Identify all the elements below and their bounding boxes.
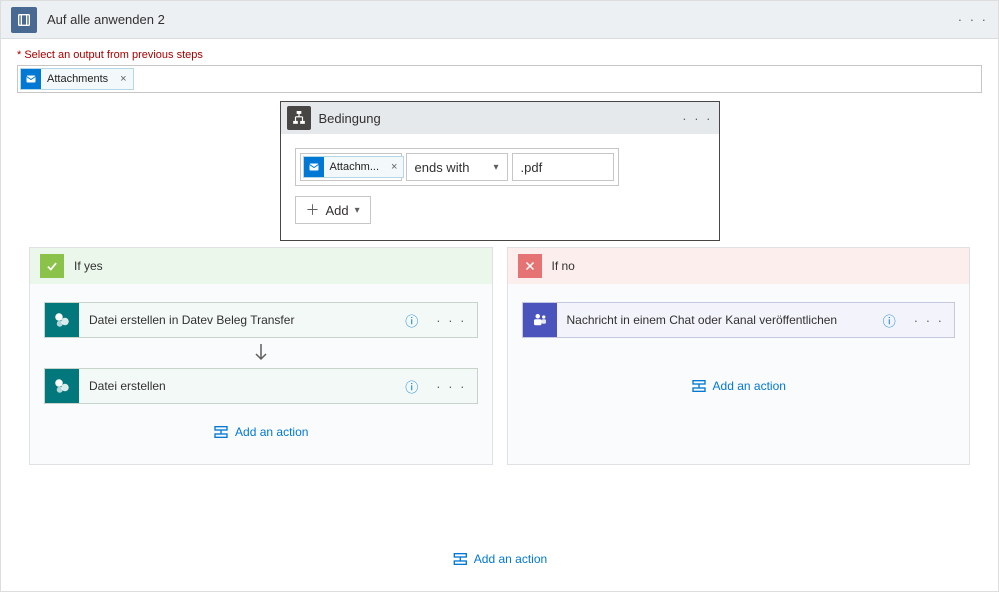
teams-icon	[523, 303, 557, 337]
chip-label: Attachments	[41, 73, 114, 85]
chip-remove-button[interactable]: ×	[385, 161, 403, 173]
condition-card: Bedingung · · · Attachm... ×	[280, 101, 720, 241]
if-no-branch: If no Nachricht in einem Chat oder Kanal…	[507, 247, 971, 465]
if-no-label: If no	[552, 259, 575, 273]
add-action-button[interactable]: Add an action	[522, 378, 956, 394]
close-icon	[518, 254, 542, 278]
condition-row: Attachm... × ends with ▾ .pdf	[300, 153, 614, 181]
foreach-more-button[interactable]: · · ·	[958, 12, 988, 27]
condition-value1-field[interactable]: Attachm... ×	[300, 153, 402, 181]
action-more-button[interactable]: · · ·	[426, 313, 476, 328]
if-no-header: If no	[508, 248, 970, 284]
action-title: Datei erstellen	[79, 379, 397, 393]
operator-label: ends with	[415, 160, 470, 175]
help-icon[interactable]: ⓘ	[397, 377, 426, 396]
chevron-down-icon: ▾	[493, 162, 498, 173]
action-card[interactable]: Datei erstellen ⓘ · · ·	[44, 368, 478, 404]
condition-more-button[interactable]: · · ·	[682, 111, 712, 126]
action-more-button[interactable]: · · ·	[904, 313, 954, 328]
outlook-icon	[304, 157, 324, 177]
insert-step-icon	[452, 551, 468, 567]
chevron-down-icon: ▾	[355, 205, 360, 216]
arrow-down-icon	[44, 340, 478, 366]
branches-container: If yes Datei erstellen in Datev Beleg Tr…	[1, 247, 998, 465]
chip-label: Attachm...	[324, 161, 386, 173]
loop-icon	[11, 7, 37, 33]
condition-value2-field[interactable]: .pdf	[512, 153, 614, 181]
foreach-header[interactable]: Auf alle anwenden 2 · · ·	[1, 1, 998, 39]
add-action-label: Add an action	[235, 425, 308, 439]
value2-text: .pdf	[521, 160, 543, 175]
add-action-button[interactable]: Add an action	[44, 424, 478, 440]
condition-icon	[287, 106, 311, 130]
chip-remove-button[interactable]: ×	[114, 73, 132, 85]
insert-step-icon	[213, 424, 229, 440]
action-more-button[interactable]: · · ·	[426, 379, 476, 394]
outlook-icon	[21, 69, 41, 89]
select-output-field[interactable]: Attachments ×	[17, 65, 982, 93]
check-icon	[40, 254, 64, 278]
help-icon[interactable]: ⓘ	[397, 311, 426, 330]
add-label: Add	[326, 203, 349, 218]
condition-add-button[interactable]: ＋ Add ▾	[295, 196, 371, 224]
foreach-title: Auf alle anwenden 2	[47, 12, 948, 27]
plus-icon: ＋	[306, 200, 320, 220]
add-action-button[interactable]: Add an action	[452, 551, 547, 567]
select-output-label: Select an output from previous steps	[17, 49, 998, 61]
action-title: Datei erstellen in Datev Beleg Transfer	[79, 313, 397, 327]
condition-operator-dropdown[interactable]: ends with ▾	[406, 153, 508, 181]
action-card[interactable]: Datei erstellen in Datev Beleg Transfer …	[44, 302, 478, 338]
condition-value1-chip[interactable]: Attachm... ×	[303, 156, 405, 178]
action-title: Nachricht in einem Chat oder Kanal veröf…	[557, 313, 875, 327]
action-card[interactable]: Nachricht in einem Chat oder Kanal veröf…	[522, 302, 956, 338]
if-yes-branch: If yes Datei erstellen in Datev Beleg Tr…	[29, 247, 493, 465]
add-action-label: Add an action	[474, 552, 547, 566]
if-yes-header: If yes	[30, 248, 492, 284]
condition-header[interactable]: Bedingung · · ·	[281, 102, 719, 134]
add-action-label: Add an action	[713, 379, 786, 393]
if-yes-label: If yes	[74, 259, 103, 273]
insert-step-icon	[691, 378, 707, 394]
help-icon[interactable]: ⓘ	[875, 311, 904, 330]
sharepoint-icon	[45, 303, 79, 337]
condition-title: Bedingung	[319, 111, 675, 126]
sharepoint-icon	[45, 369, 79, 403]
attachments-chip[interactable]: Attachments ×	[20, 68, 134, 90]
